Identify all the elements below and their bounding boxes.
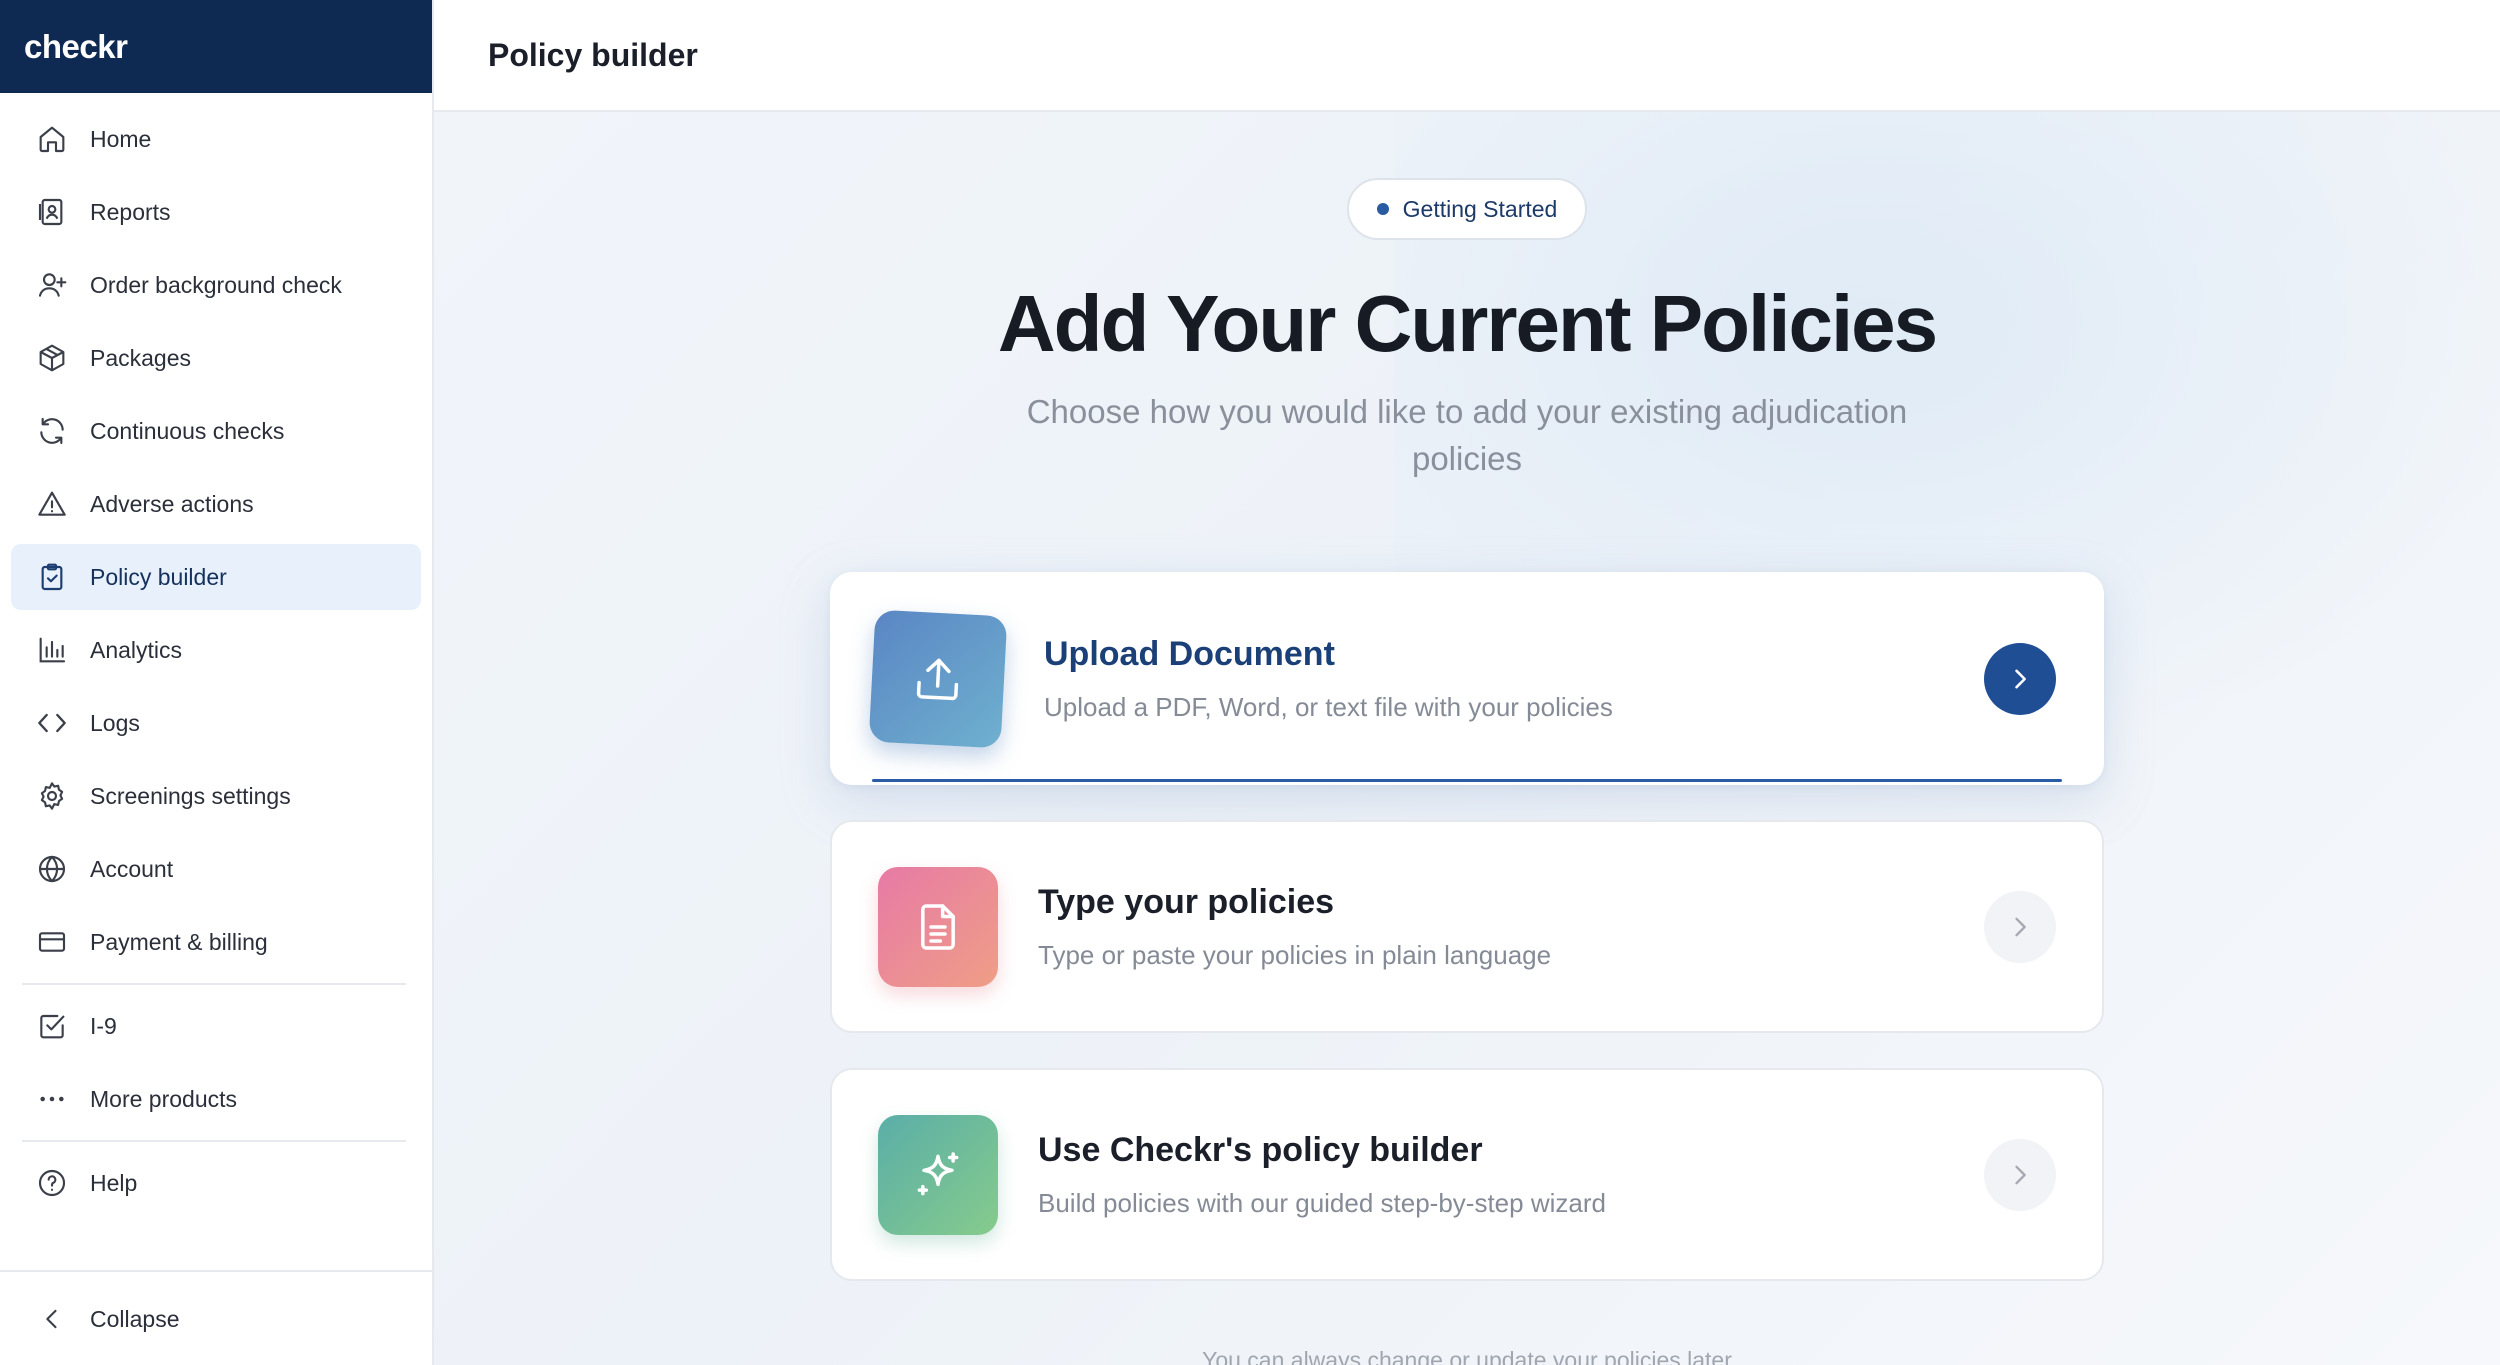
chevron-right-icon xyxy=(2015,917,2026,936)
sidebar-item-label: Account xyxy=(90,855,174,882)
sidebar-item-adverse-actions[interactable]: Adverse actions xyxy=(11,471,421,537)
collapse-button[interactable]: Collapse xyxy=(11,1286,421,1352)
sidebar-item-screenings-settings[interactable]: Screenings settings xyxy=(11,763,421,829)
sidebar-item-home[interactable]: Home xyxy=(11,106,421,172)
option-list: Upload Document Upload a PDF, Word, or t… xyxy=(830,572,2104,1281)
reports-icon xyxy=(35,195,69,229)
help-icon xyxy=(35,1166,69,1200)
type-policies-arrow-button[interactable] xyxy=(1984,890,2056,963)
checkbox-icon xyxy=(35,1009,69,1043)
sidebar-divider xyxy=(22,983,406,985)
credit-card-icon xyxy=(35,925,69,959)
user-plus-icon xyxy=(35,268,69,302)
clipboard-check-icon xyxy=(35,560,69,594)
sidebar-item-account[interactable]: Account xyxy=(11,836,421,902)
brand-header: checkr xyxy=(0,0,432,93)
option-description: Upload a PDF, Word, or text file with yo… xyxy=(1044,691,1613,722)
sidebar-item-label: I-9 xyxy=(90,1012,117,1039)
refresh-icon xyxy=(35,414,69,448)
badge-label: Getting Started xyxy=(1402,195,1558,222)
hero-subtitle: Choose how you would like to add your ex… xyxy=(1026,393,1908,477)
upload-document-option[interactable]: Upload Document Upload a PDF, Word, or t… xyxy=(830,572,2104,785)
warning-icon xyxy=(35,487,69,521)
policy-builder-arrow-button[interactable] xyxy=(1984,1138,2056,1211)
policy-setup-panel: Getting Started Add Your Current Policie… xyxy=(434,112,2500,1365)
selection-underline xyxy=(872,779,2062,782)
sidebar-item-packages[interactable]: Packages xyxy=(11,325,421,391)
top-bar: Policy builder xyxy=(434,0,2500,112)
upload-document-arrow-button[interactable] xyxy=(1984,642,2056,715)
sidebar-item-label: Analytics xyxy=(90,636,183,663)
sidebar-item-label: Logs xyxy=(90,709,140,736)
policy-builder-wizard-option[interactable]: Use Checkr's policy builder Build polici… xyxy=(830,1068,2104,1281)
option-text: Type your policies Type or paste your po… xyxy=(1038,883,1551,971)
bar-chart-icon xyxy=(35,633,69,667)
sidebar-item-order-background-check[interactable]: Order background check xyxy=(11,252,421,318)
sidebar: checkr Home Reports Order background che… xyxy=(0,0,434,1365)
option-description: Build policies with our guided step-by-s… xyxy=(1038,1187,1606,1218)
main-content: Getting Started Add Your Current Policie… xyxy=(434,112,2500,1365)
sidebar-item-continuous-checks[interactable]: Continuous checks xyxy=(11,398,421,464)
gear-icon xyxy=(35,779,69,813)
footer-note: You can always change or update your pol… xyxy=(1202,1347,1732,1365)
sidebar-item-i9[interactable]: I-9 xyxy=(11,993,421,1059)
sidebar-footer: Collapse xyxy=(0,1270,432,1365)
globe-icon xyxy=(35,852,69,886)
hero-title: Add Your Current Policies xyxy=(997,279,1938,368)
sidebar-item-label: More products xyxy=(90,1085,238,1112)
chevron-right-icon xyxy=(2015,1165,2026,1184)
primary-nav: Home Reports Order background check Pack… xyxy=(0,93,432,1216)
option-title: Upload Document xyxy=(1044,634,1335,673)
sidebar-item-reports[interactable]: Reports xyxy=(11,179,421,245)
checkr-logo[interactable]: checkr xyxy=(24,28,128,66)
chevron-right-icon xyxy=(2015,669,2026,688)
sidebar-item-label: Continuous checks xyxy=(90,417,285,444)
sidebar-item-label: Screenings settings xyxy=(90,782,291,809)
sidebar-item-help[interactable]: Help xyxy=(11,1150,421,1216)
sidebar-item-label: Packages xyxy=(90,344,192,371)
home-icon xyxy=(35,122,69,156)
sidebar-item-label: Reports xyxy=(90,198,171,225)
sidebar-item-policy-builder[interactable]: Policy builder xyxy=(11,544,421,610)
collapse-label: Collapse xyxy=(90,1305,180,1332)
sidebar-item-analytics[interactable]: Analytics xyxy=(11,617,421,683)
getting-started-badge: Getting Started xyxy=(1346,178,1588,240)
option-text: Upload Document Upload a PDF, Word, or t… xyxy=(1044,635,1613,723)
status-dot-icon xyxy=(1376,203,1389,215)
chevron-left-icon xyxy=(35,1302,69,1336)
sidebar-item-label: Payment & billing xyxy=(90,928,268,955)
type-policies-option[interactable]: Type your policies Type or paste your po… xyxy=(830,820,2104,1033)
sidebar-item-label: Adverse actions xyxy=(90,490,254,517)
sidebar-item-label: Help xyxy=(90,1169,138,1196)
page-title: Policy builder xyxy=(488,36,698,73)
sidebar-item-logs[interactable]: Logs xyxy=(11,690,421,756)
sparkle-icon xyxy=(878,1114,998,1235)
document-icon xyxy=(878,866,998,987)
sidebar-item-label: Order background check xyxy=(90,271,342,298)
option-description: Type or paste your policies in plain lan… xyxy=(1038,939,1552,970)
code-icon xyxy=(35,706,69,740)
sidebar-item-label: Policy builder xyxy=(90,563,227,590)
more-icon xyxy=(35,1082,69,1116)
sidebar-item-more-products[interactable]: More products xyxy=(11,1066,421,1132)
sidebar-item-label: Home xyxy=(90,125,152,152)
option-text: Use Checkr's policy builder Build polici… xyxy=(1038,1131,1606,1219)
option-title: Type your policies xyxy=(1038,882,1335,921)
package-icon xyxy=(35,341,69,375)
sidebar-divider xyxy=(22,1140,406,1142)
option-title: Use Checkr's policy builder xyxy=(1038,1130,1483,1169)
upload-icon xyxy=(868,609,1008,748)
sidebar-item-payment-billing[interactable]: Payment & billing xyxy=(11,909,421,975)
